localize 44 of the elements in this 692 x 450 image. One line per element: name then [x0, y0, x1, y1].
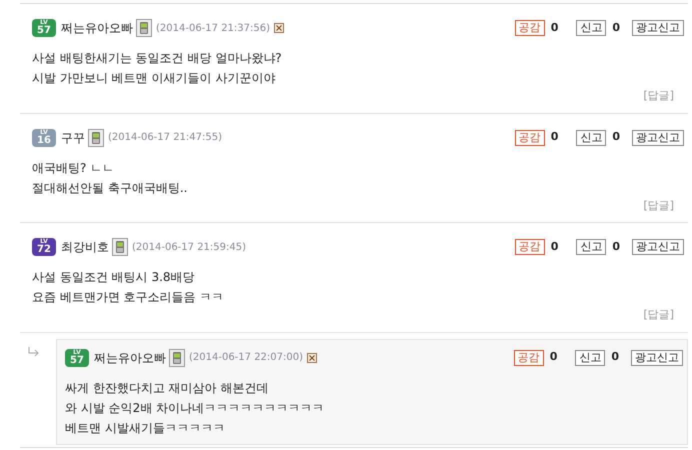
close-icon[interactable]	[307, 352, 318, 362]
phone-icon	[169, 348, 185, 366]
like-count: 0	[550, 20, 558, 36]
like-button[interactable]: 공감	[514, 239, 545, 255]
phone-icon	[136, 19, 152, 37]
comment-date: (2014-06-17 22:07:00)	[189, 351, 304, 365]
like-button[interactable]: 공감	[514, 130, 545, 146]
report-button[interactable]: 신고	[576, 20, 606, 36]
like-button[interactable]: 공감	[514, 20, 545, 36]
comment-text: 싸게 한잔했다치고 재미삼아 해본건데	[65, 380, 270, 396]
nickname: 쩌는유아오빠	[61, 20, 133, 37]
ad-report-button[interactable]: 광고신고	[632, 20, 684, 36]
comment-text: 베트맨 시발새기들ㅋㅋㅋㅋㅋ	[65, 420, 226, 436]
like-count: 0	[550, 129, 558, 146]
report-button[interactable]: 신고	[576, 239, 606, 255]
like-count: 0	[550, 349, 558, 366]
comment-text: 와 시발 순익2배 차이나네ㅋㅋㅋㅋㅋㅋㅋㅋㅋㅋ	[65, 400, 326, 416]
report-button[interactable]: 신고	[575, 350, 606, 366]
comment-date: (2014-06-17 21:59:45)	[132, 240, 246, 254]
like-count: 0	[550, 238, 558, 255]
comment-text: 애국배팅? ㄴㄴ	[32, 160, 116, 176]
phone-icon	[88, 128, 104, 146]
comment-text: 시발 가만보니 베트맨 이새기들이 사기꾼이야	[32, 70, 276, 87]
comment-text: 사설 동일조건 배팅시 3.8배당	[32, 269, 196, 286]
ad-report-button[interactable]: 광고신고	[632, 239, 684, 255]
report-count: 0	[612, 238, 620, 255]
report-count: 0	[612, 129, 620, 146]
report-button[interactable]: 신고	[576, 130, 606, 146]
comment-text: 요즘 베트맨가면 호구소리들음 ㅋㅋ	[32, 289, 224, 306]
report-count: 0	[611, 349, 619, 366]
nickname: 구꾸	[61, 130, 85, 146]
nickname: 쩌는유아오빠	[94, 350, 166, 366]
report-count: 0	[612, 20, 620, 36]
comment-date: (2014-06-17 21:47:55)	[108, 131, 222, 145]
reply-arrow-icon	[28, 346, 40, 356]
ad-report-button[interactable]: 광고신고	[631, 350, 683, 366]
comment-date: (2014-06-17 21:37:56)	[156, 22, 270, 36]
comment-text: 절대해선안될 축구애국배팅..	[32, 180, 188, 196]
comment-text: 사설 배팅한새기는 동일조건 배당 얼마나왔냐?	[32, 50, 283, 67]
phone-icon	[112, 238, 128, 256]
close-icon[interactable]	[274, 23, 284, 33]
like-button[interactable]: 공감	[514, 350, 544, 366]
ad-report-button[interactable]: 광고신고	[632, 130, 684, 146]
nickname: 최강비호	[61, 239, 109, 256]
